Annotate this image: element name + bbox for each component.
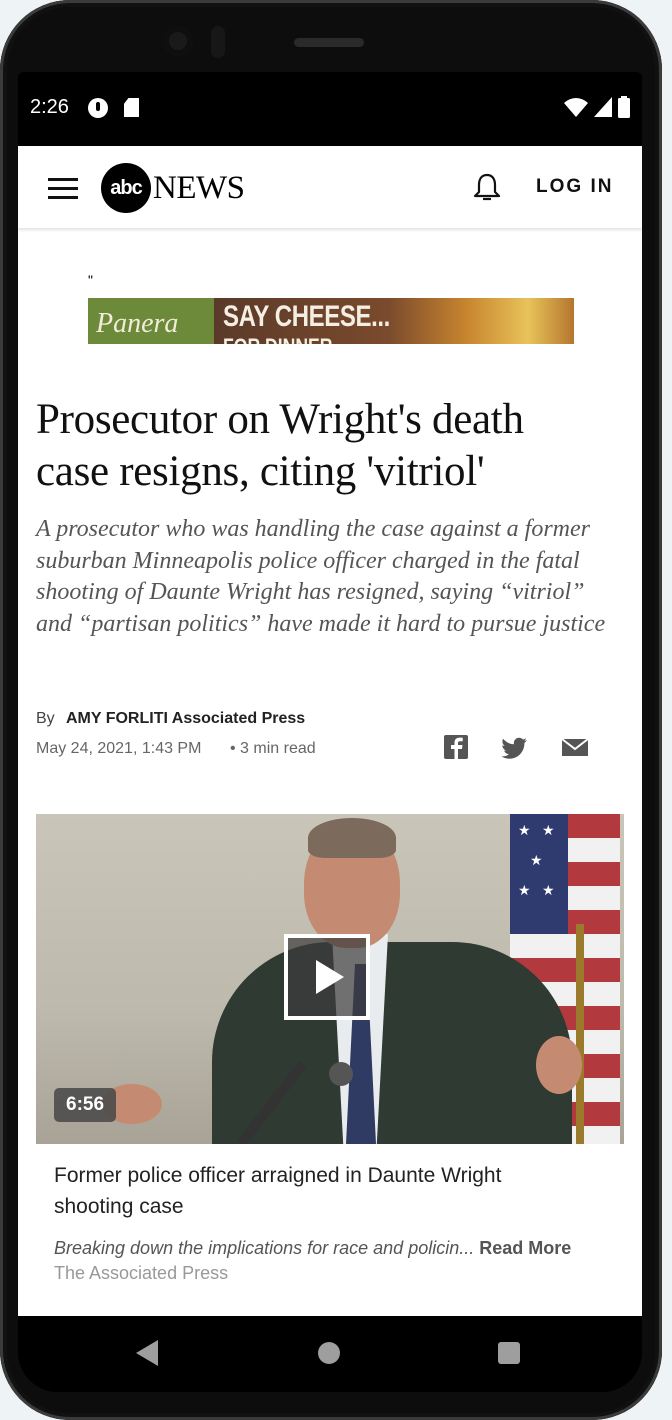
byline-prefix: By — [36, 710, 55, 727]
read-more-link[interactable]: Read More — [479, 1238, 571, 1258]
speaker-hair — [308, 818, 396, 858]
status-icons — [564, 96, 630, 118]
flag-star-icon: ★ — [542, 822, 555, 838]
article-page: abc NEWS LOG IN " Panera SAY CHEESE... F… — [18, 146, 642, 1316]
login-button[interactable]: LOG IN — [536, 176, 613, 198]
cell-signal-icon — [594, 97, 612, 117]
video-source: The Associated Press — [54, 1263, 229, 1283]
microphone-icon — [329, 1062, 353, 1086]
ad-brand: Panera — [96, 308, 179, 339]
ad-headline: SAY CHEESE... — [223, 300, 390, 333]
article-headline: Prosecutor on Wright's death case resign… — [36, 396, 524, 495]
phone-frame: 2:26 abc NEWS LOG IN " Panera SAY CHEESE… — [0, 0, 662, 1420]
abc-logo-circle: abc — [101, 163, 151, 213]
play-icon[interactable] — [284, 934, 370, 1020]
flag-pole — [576, 924, 584, 1144]
video-duration: 6:56 — [54, 1088, 117, 1122]
earpiece-speaker — [294, 38, 364, 47]
publish-date: May 24, 2021, 1:43 PM — [36, 740, 202, 757]
flag-star-icon: ★ — [518, 882, 531, 898]
video-description: Breaking down the implications for race … — [54, 1238, 571, 1259]
news-wordmark: NEWS — [153, 169, 245, 206]
system-navigation-bar — [18, 1316, 642, 1392]
read-time: • 3 min read — [230, 740, 316, 757]
ad-quote-mark: " — [88, 272, 93, 288]
ad-subline: FOR DINNER — [223, 334, 333, 344]
flag-star-icon: ★ — [530, 852, 543, 868]
sd-card-icon — [124, 98, 139, 117]
phone-screen: 2:26 abc NEWS LOG IN " Panera SAY CHEESE… — [18, 72, 642, 1392]
ad-banner[interactable]: Panera SAY CHEESE... FOR DINNER — [88, 298, 574, 344]
article-dek: A prosecutor who was handling the case a… — [36, 516, 606, 637]
app-header: abc NEWS LOG IN — [18, 146, 642, 228]
status-bar: 2:26 — [18, 72, 642, 146]
back-icon[interactable] — [136, 1340, 158, 1366]
home-icon[interactable] — [318, 1342, 340, 1364]
flag-star-icon: ★ — [542, 882, 555, 898]
video-title[interactable]: Former police officer arraigned in Daunt… — [54, 1160, 574, 1222]
abc-news-logo[interactable]: abc NEWS — [101, 163, 245, 213]
status-time: 2:26 — [30, 96, 69, 118]
facebook-share-icon[interactable] — [441, 732, 471, 762]
video-description-text: Breaking down the implications for race … — [54, 1238, 475, 1258]
front-camera — [163, 26, 193, 56]
menu-icon[interactable] — [48, 178, 78, 200]
wifi-icon — [564, 98, 588, 117]
speaker-right-hand — [536, 1036, 582, 1094]
byline-author[interactable]: AMY FORLITI Associated Press — [66, 710, 305, 728]
notification-app-icon — [88, 98, 108, 118]
flag-star-icon: ★ — [518, 822, 531, 838]
notification-bell-icon[interactable] — [471, 172, 503, 204]
email-share-icon[interactable] — [560, 732, 590, 762]
video-player[interactable]: ★ ★ ★ ★ ★ 6:56 — [36, 814, 624, 1144]
battery-icon — [618, 96, 630, 118]
proximity-sensor — [211, 26, 225, 58]
twitter-share-icon[interactable] — [500, 732, 530, 762]
recent-apps-icon[interactable] — [498, 1342, 520, 1364]
